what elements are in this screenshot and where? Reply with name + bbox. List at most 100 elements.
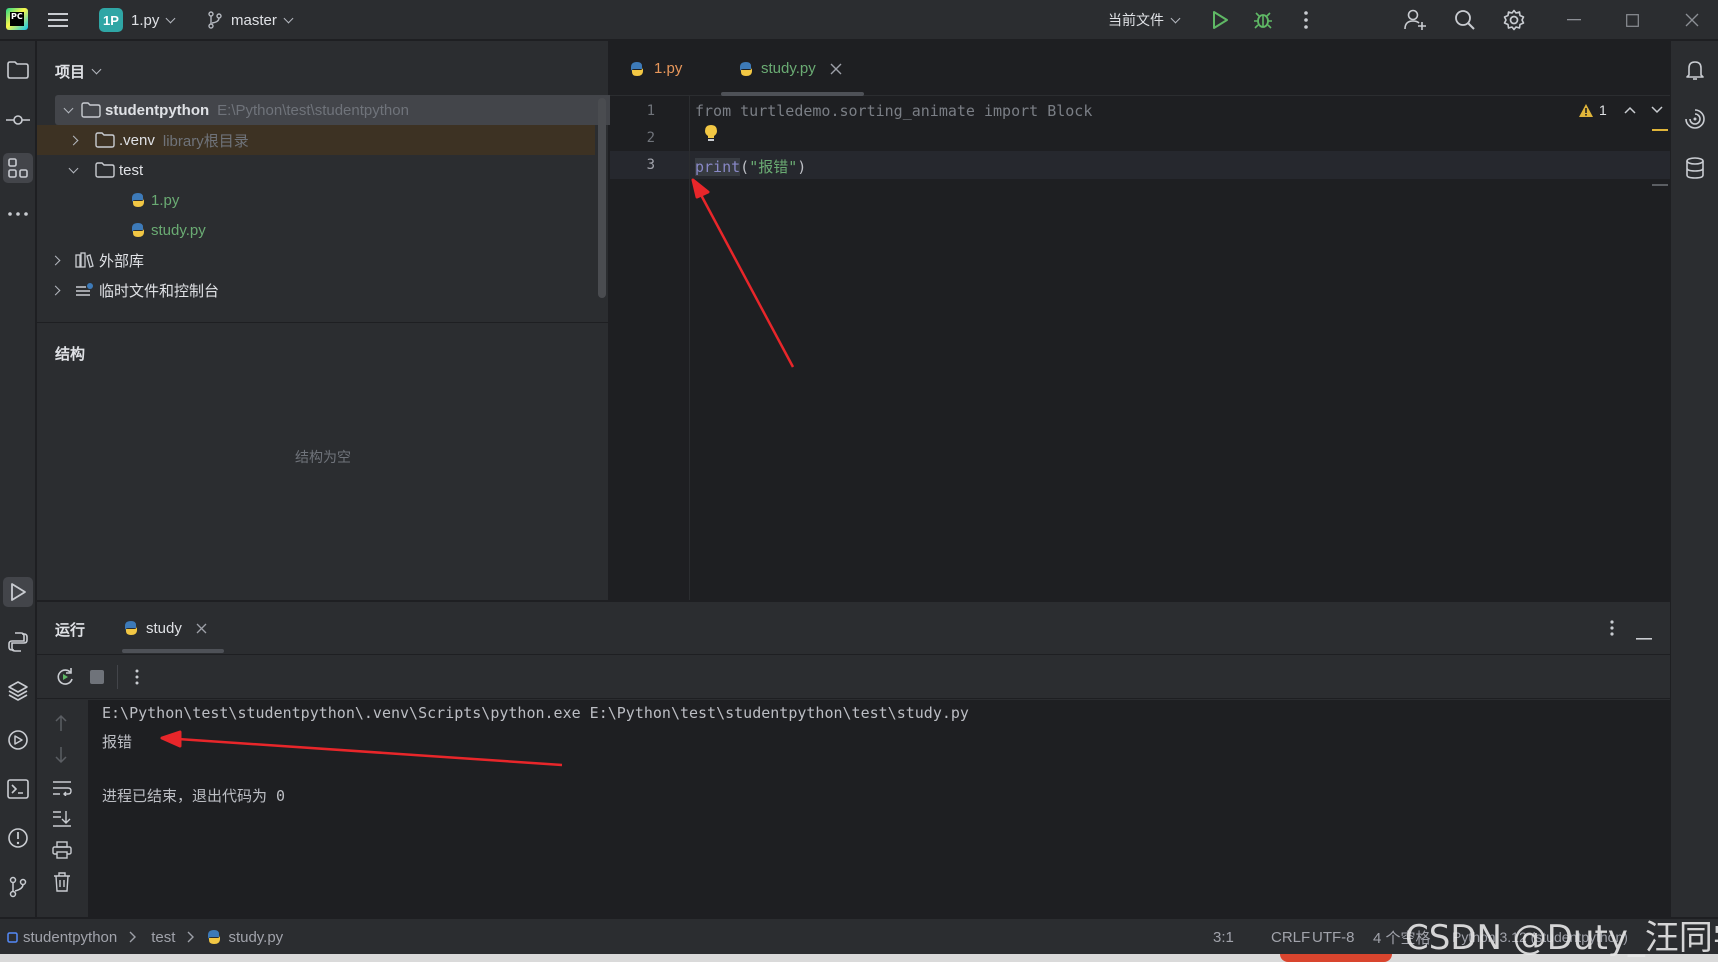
- run-tab-study[interactable]: study: [122, 619, 207, 637]
- python-file-icon: [208, 930, 221, 944]
- commit-tool-button[interactable]: [3, 105, 33, 135]
- run-config-label: 当前文件: [1108, 12, 1164, 28]
- arrow-up-icon: [55, 714, 67, 731]
- breadcrumb-project[interactable]: studentpython: [23, 929, 117, 946]
- services-button[interactable]: [3, 725, 33, 755]
- tree-item-test-folder[interactable]: test: [37, 155, 595, 185]
- run-more-button[interactable]: [134, 668, 140, 690]
- tree-item-venv[interactable]: .venv library根目录: [37, 125, 595, 155]
- python-console-icon: [8, 632, 28, 652]
- rerun-button[interactable]: [55, 667, 75, 691]
- database-button[interactable]: [1680, 153, 1710, 183]
- python-file-icon: [132, 193, 144, 207]
- debug-button[interactable]: [1253, 0, 1273, 40]
- run-tab-label: study: [146, 619, 182, 637]
- tab-studypy-label: study.py: [761, 60, 816, 77]
- settings-button[interactable]: [1503, 0, 1525, 40]
- close-tab-icon[interactable]: [830, 63, 842, 75]
- line-separator[interactable]: CRLF: [1271, 919, 1310, 955]
- project-tree-scrollbar[interactable]: [598, 98, 606, 298]
- more-actions-button[interactable]: [1303, 0, 1309, 40]
- line-number: 1: [646, 103, 655, 119]
- folder-icon: [95, 162, 115, 178]
- breadcrumb-file[interactable]: study.py: [228, 929, 283, 946]
- folder-icon: [95, 132, 115, 148]
- chevron-up-icon[interactable]: [1624, 105, 1636, 115]
- scroll-down-button[interactable]: [54, 746, 68, 768]
- search-button[interactable]: [1454, 0, 1476, 40]
- scroll-to-end-button[interactable]: [52, 810, 72, 832]
- warning-stripe-marker[interactable]: [1652, 129, 1668, 131]
- folder-icon: [7, 61, 29, 79]
- expand-arrow-icon[interactable]: [50, 285, 61, 295]
- caret-position[interactable]: 3:1: [1213, 919, 1234, 955]
- tab-1py-label: 1.py: [654, 60, 683, 77]
- code-line-3[interactable]: print("报错"): [695, 156, 806, 177]
- run-options-button[interactable]: [1609, 619, 1615, 641]
- chevron-down-icon: [1170, 13, 1181, 23]
- chevron-down-icon[interactable]: [1651, 105, 1663, 115]
- run-config-selector[interactable]: 当前文件: [1108, 0, 1181, 40]
- add-user-button[interactable]: [1404, 0, 1428, 40]
- more-tools-button[interactable]: [3, 199, 33, 229]
- project-tool-button[interactable]: [3, 55, 33, 85]
- code-line-1[interactable]: from turtledemo.sorting_animate import B…: [695, 102, 1092, 120]
- minimize-button[interactable]: [1548, 0, 1600, 40]
- python-packages-button[interactable]: [3, 676, 33, 706]
- line-number: 2: [646, 130, 655, 146]
- run-tool-button[interactable]: [3, 577, 33, 607]
- git-branch-icon: [9, 876, 27, 898]
- expand-arrow-icon[interactable]: [68, 135, 79, 145]
- console-output[interactable]: [88, 700, 1670, 917]
- project-badge: 1P: [99, 8, 123, 32]
- console-exit-line: 进程已结束，退出代码为 0: [102, 787, 286, 805]
- scroll-up-button[interactable]: [54, 714, 68, 736]
- main-menu-button[interactable]: [48, 0, 68, 40]
- tree-item-root[interactable]: studentpython E:\Python\test\studentpyth…: [55, 95, 632, 125]
- expand-arrow-icon[interactable]: [63, 103, 73, 113]
- run-button[interactable]: [1211, 0, 1229, 40]
- minimize-icon: [1636, 638, 1652, 640]
- terminal-button[interactable]: [3, 774, 33, 804]
- stop-button[interactable]: [90, 670, 104, 688]
- lightbulb-icon[interactable]: [704, 124, 718, 146]
- title-bar: PC 1P 1.py master 当前文件: [0, 0, 1718, 40]
- pycharm-logo-icon[interactable]: PC: [6, 8, 28, 30]
- inspection-widget[interactable]: 1: [1578, 102, 1663, 118]
- tab-studypy[interactable]: study.py: [737, 41, 842, 96]
- notifications-button[interactable]: [1680, 55, 1710, 85]
- bell-icon: [1686, 61, 1704, 80]
- project-switcher[interactable]: 1P 1.py: [99, 0, 176, 40]
- hide-panel-button[interactable]: [1636, 627, 1652, 644]
- maximize-button[interactable]: [1606, 0, 1658, 40]
- tab-1py[interactable]: 1.py: [628, 41, 682, 96]
- close-window-button[interactable]: [1666, 0, 1718, 40]
- expand-arrow-icon[interactable]: [50, 255, 61, 265]
- more-vertical-icon: [135, 669, 139, 685]
- close-tab-icon[interactable]: [196, 623, 207, 634]
- tree-item-scratches[interactable]: 临时文件和控制台: [37, 275, 595, 305]
- structure-tool-button[interactable]: [3, 153, 33, 183]
- clear-console-button[interactable]: [53, 872, 71, 896]
- git-button[interactable]: [3, 872, 33, 902]
- editor-tab-bar: 1.py study.py: [610, 41, 1670, 96]
- run-icon: [1213, 11, 1228, 29]
- python-console-button[interactable]: [3, 627, 33, 657]
- breadcrumb-folder[interactable]: test: [151, 929, 175, 946]
- problems-button[interactable]: [3, 823, 33, 853]
- branch-switcher[interactable]: master: [207, 0, 294, 40]
- project-panel-header[interactable]: 项目: [55, 61, 102, 82]
- root-folder-name: studentpython: [105, 101, 210, 119]
- expand-arrow-icon[interactable]: [68, 163, 79, 173]
- print-button[interactable]: [52, 841, 72, 863]
- panel-divider[interactable]: [37, 322, 609, 323]
- soft-wrap-button[interactable]: [52, 780, 72, 800]
- scroll-to-end-icon: [53, 811, 71, 827]
- tree-item-file-studypy[interactable]: study.py: [37, 215, 595, 245]
- ai-assistant-button[interactable]: [1680, 104, 1710, 134]
- tree-item-external-libs[interactable]: 外部库: [37, 245, 595, 275]
- tree-item-file-1py[interactable]: 1.py: [37, 185, 595, 215]
- layers-icon: [8, 681, 28, 701]
- file-encoding[interactable]: UTF-8: [1312, 919, 1355, 955]
- line-number: 3: [646, 157, 655, 173]
